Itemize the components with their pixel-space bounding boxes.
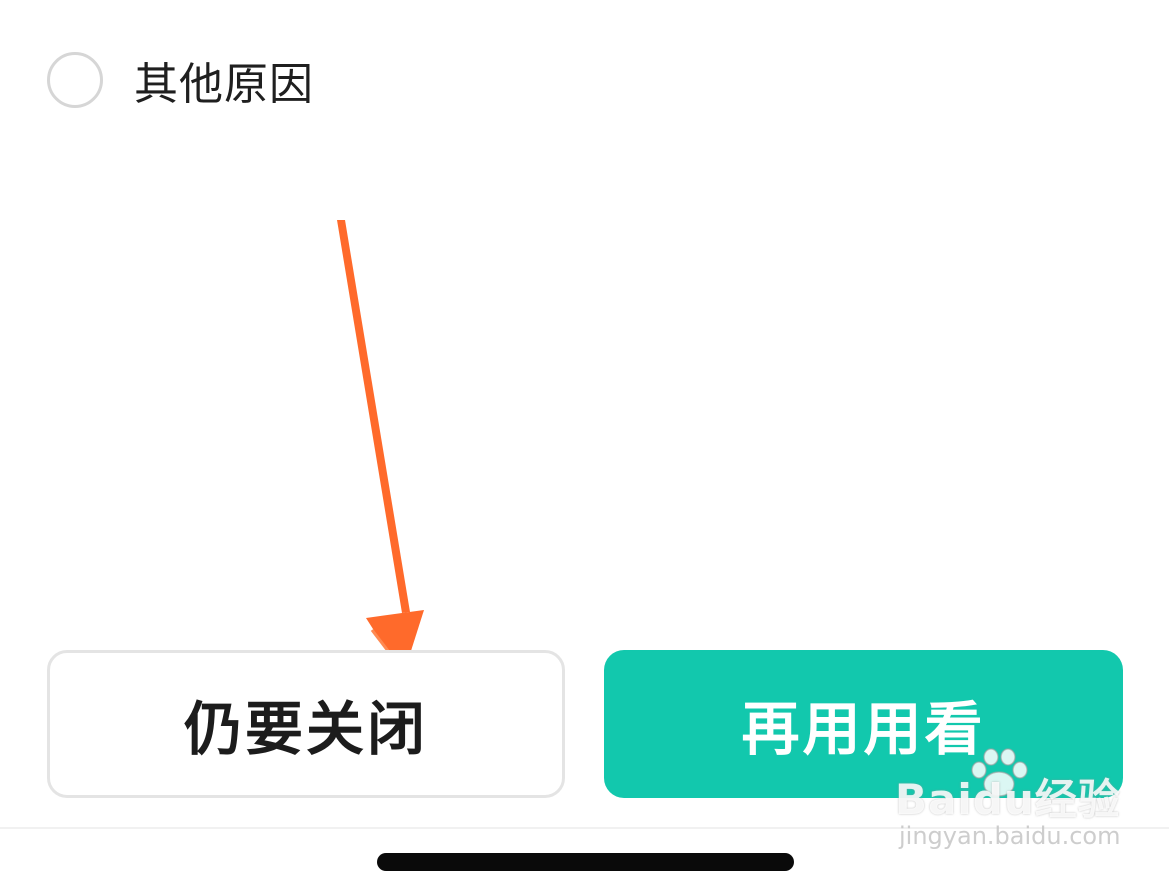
still-close-button[interactable]: 仍要关闭	[47, 650, 565, 798]
bottom-divider	[0, 827, 1169, 829]
home-indicator[interactable]	[377, 853, 794, 871]
still-close-button-label: 仍要关闭	[183, 695, 428, 763]
try-again-button-label: 再用用看	[741, 695, 986, 763]
reason-option-label: 其他原因	[134, 59, 314, 110]
reason-option-other[interactable]: 其他原因	[47, 48, 314, 112]
close-confirmation-screen: 其他原因 仍要关闭 再用用看 Baidu经验 jingyan.baidu.com	[0, 0, 1169, 877]
try-again-button[interactable]: 再用用看	[604, 650, 1123, 798]
radio-button[interactable]	[47, 52, 103, 108]
